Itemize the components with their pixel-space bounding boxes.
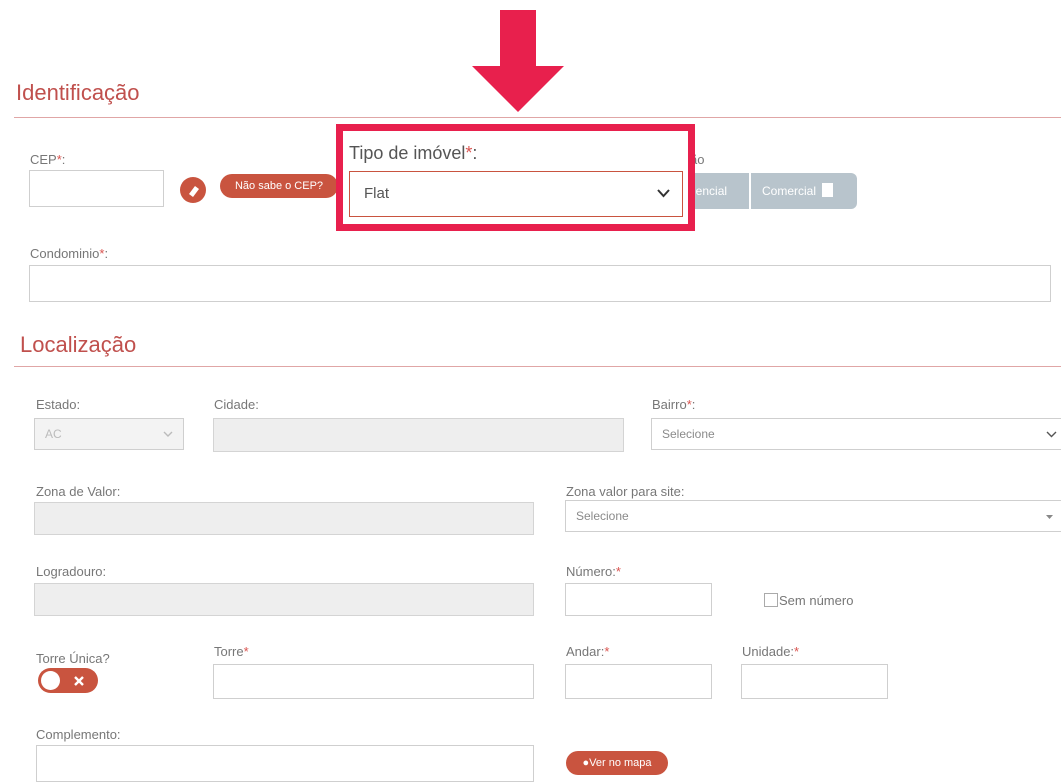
zona-valor-input[interactable] (34, 502, 534, 535)
section-divider (14, 366, 1061, 367)
estado-label: Estado: (36, 397, 81, 412)
section-title-localizacao: Localização (20, 332, 137, 357)
ver-no-mapa-button[interactable]: ●Ver no mapa (566, 751, 668, 775)
clear-cep-button[interactable] (180, 177, 206, 203)
cep-label: CEP*: (30, 152, 66, 167)
sem-numero-checkbox[interactable] (764, 593, 778, 607)
bairro-label: Bairro*: (652, 397, 696, 412)
estado-select[interactable]: AC (34, 418, 184, 450)
chevron-down-icon (1046, 431, 1057, 438)
torre-input[interactable] (213, 664, 534, 699)
chevron-down-icon (163, 431, 173, 437)
torre-unica-label: Torre Única? (36, 651, 110, 666)
estado-value: AC (45, 427, 62, 441)
numero-input[interactable] (565, 583, 712, 616)
nao-sabe-cep-button[interactable]: Não sabe o CEP? (220, 174, 338, 198)
checkbox-icon (822, 183, 834, 197)
condominio-input[interactable] (29, 265, 1051, 302)
unidade-label: Unidade:* (742, 644, 800, 659)
andar-input[interactable] (565, 664, 712, 699)
sem-numero-label: Sem número (779, 593, 854, 608)
logradouro-label: Logradouro: (36, 564, 107, 579)
bairro-select[interactable]: Selecione (651, 418, 1061, 450)
cidade-input[interactable] (213, 418, 624, 452)
annotation-arrow (472, 10, 564, 112)
complemento-label: Complemento: (36, 727, 121, 742)
tipo-imovel-label: Tipo de imóvel*: (349, 143, 478, 163)
tipo-imovel-highlight-box: Tipo de imóvel*: Flat (336, 124, 695, 231)
caret-down-icon (1046, 515, 1053, 519)
bairro-value: Selecione (662, 427, 715, 441)
cidade-label: Cidade: (214, 397, 259, 412)
zona-valor-label: Zona de Valor: (36, 484, 121, 499)
numero-label: Número:* (566, 564, 621, 579)
eraser-icon (189, 186, 199, 197)
torre-unica-toggle[interactable] (38, 668, 98, 693)
zona-site-label: Zona valor para site: (566, 484, 685, 499)
section-title-identificacao: Identificação (16, 80, 140, 105)
cep-input[interactable] (29, 170, 164, 207)
section-divider (14, 117, 1061, 118)
chevron-down-icon (657, 189, 670, 198)
torre-label: Torre* (214, 644, 249, 659)
unidade-input[interactable] (741, 664, 888, 699)
close-icon (74, 676, 84, 686)
comercial-toggle-button[interactable]: Comercial (751, 173, 857, 209)
tipo-imovel-value: Flat (364, 185, 390, 202)
zona-site-select[interactable]: Selecione (565, 500, 1061, 532)
zona-site-value: Selecione (576, 509, 629, 523)
toggle-knob (41, 671, 60, 690)
logradouro-input[interactable] (34, 583, 534, 616)
tipo-imovel-select[interactable]: Flat (349, 171, 683, 217)
condominio-label: Condominio*: (30, 246, 109, 261)
complemento-input[interactable] (36, 745, 534, 782)
andar-label: Andar:* (566, 644, 610, 659)
